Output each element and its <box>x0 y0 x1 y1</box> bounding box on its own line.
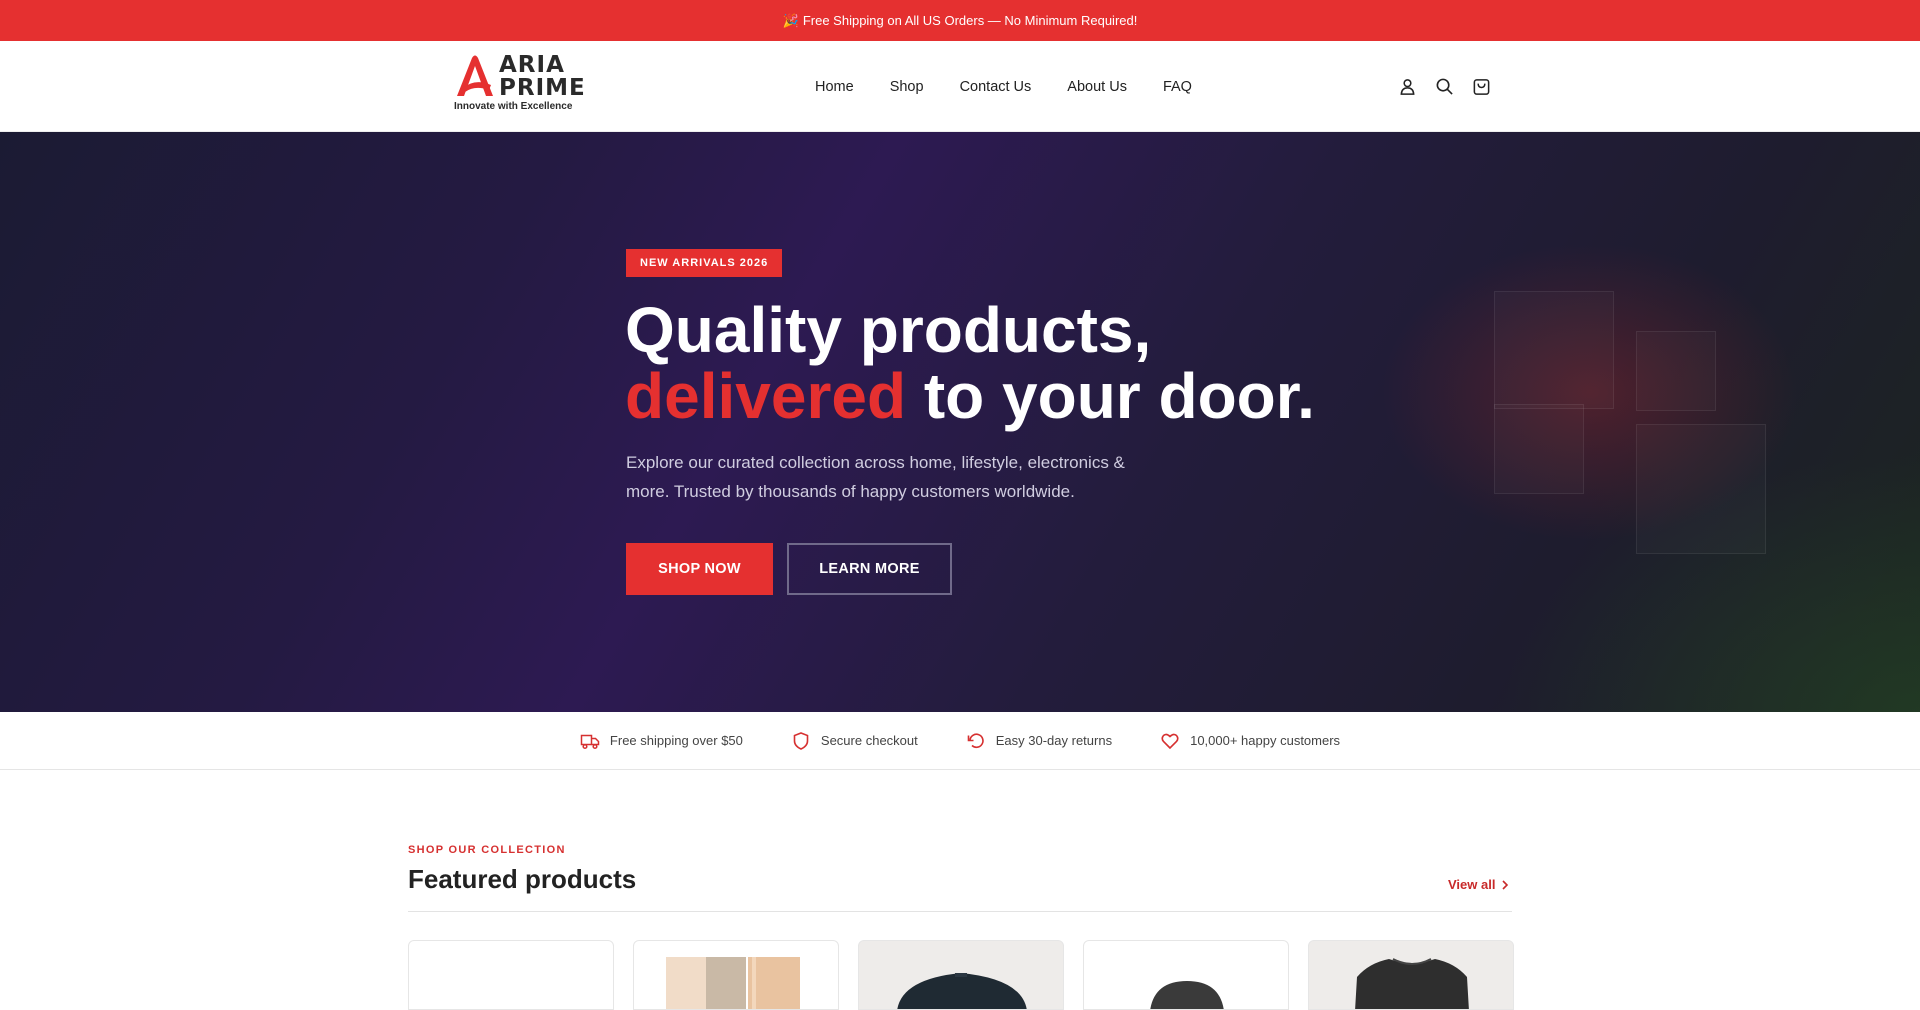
product-grid <box>408 940 1514 1010</box>
perk-label: Secure checkout <box>820 733 918 748</box>
product-card[interactable] <box>1083 940 1289 1010</box>
search-icon[interactable] <box>1435 77 1454 96</box>
product-image <box>897 973 1027 1009</box>
hero-title-rest: to your door. <box>906 360 1315 432</box>
hero-title-line2: delivered to your door. <box>625 363 1315 429</box>
hero-banner: NEW ARRIVALS 2026 Quality products, deli… <box>0 132 1920 712</box>
product-image <box>1355 958 1469 1009</box>
decor-square <box>1494 404 1584 494</box>
perk-customers: 10,000+ happy customers <box>1160 731 1340 751</box>
view-all-link[interactable]: View all <box>1448 877 1509 892</box>
chevron-right-icon <box>1502 879 1509 890</box>
announcement-bar: 🎉 Free Shipping on All US Orders — No Mi… <box>0 0 1920 41</box>
nav-contact[interactable]: Contact Us <box>960 79 1032 95</box>
perk-label: Easy 30-day returns <box>995 733 1113 748</box>
product-card[interactable] <box>1308 940 1514 1010</box>
product-card[interactable] <box>408 940 614 1010</box>
brand-logo[interactable]: ARIA PRIME Innovate with Excellence <box>453 52 586 116</box>
section-title: Featured products <box>408 864 637 894</box>
hero-subtitle: Explore our curated collection across ho… <box>626 453 1125 501</box>
section-divider <box>408 911 1512 912</box>
perk-label: Free shipping over $50 <box>609 733 743 748</box>
perk-returns: Easy 30-day returns <box>966 731 1112 751</box>
hero-title: Quality products, delivered to your door… <box>625 297 1315 429</box>
brand-word-2: PRIME <box>499 75 586 101</box>
cart-icon[interactable] <box>1472 77 1491 96</box>
product-image <box>1150 981 1224 1009</box>
decor-square <box>1636 331 1716 411</box>
heart-icon <box>1161 733 1179 749</box>
new-arrivals-badge: NEW ARRIVALS 2026 <box>626 249 783 277</box>
header-actions <box>1398 41 1491 132</box>
shop-now-button[interactable]: SHOP NOW <box>626 543 773 595</box>
site-header: ARIA PRIME Innovate with Excellence Home… <box>0 41 1920 132</box>
brand-word-1: ARIA <box>499 52 565 78</box>
perk-secure: Secure checkout <box>791 731 918 751</box>
shield-icon <box>793 731 809 750</box>
party-icon: 🎉 <box>782 12 799 28</box>
nav-faq[interactable]: FAQ <box>1163 79 1192 95</box>
product-image <box>666 957 800 1009</box>
hero-title-line1: Quality products, <box>625 294 1152 366</box>
decor-square <box>1494 291 1614 409</box>
nav-home[interactable]: Home <box>815 79 854 95</box>
perk-label: 10,000+ happy customers <box>1190 733 1341 748</box>
main-nav: Home Shop Contact Us About Us FAQ <box>815 41 1192 132</box>
view-all-label: View all <box>1448 877 1496 892</box>
brand-tagline: Innovate with Excellence <box>454 101 573 112</box>
learn-more-button[interactable]: LEARN MORE <box>787 543 952 595</box>
decor-square <box>1636 424 1766 554</box>
truck-icon <box>580 734 600 749</box>
perk-shipping: Free shipping over $50 <box>580 731 743 751</box>
nav-shop[interactable]: Shop <box>890 79 924 95</box>
logo-mark-icon <box>457 55 493 96</box>
section-kicker: SHOP OUR COLLECTION <box>408 844 566 856</box>
product-card[interactable] <box>858 940 1064 1010</box>
product-card[interactable] <box>633 940 839 1010</box>
hero-title-highlight: delivered <box>625 360 907 432</box>
nav-about[interactable]: About Us <box>1067 79 1127 95</box>
perks-bar: Free shipping over $50 Secure checkout E… <box>0 712 1920 770</box>
announcement-text: Free Shipping on All US Orders — No Mini… <box>802 13 1138 28</box>
return-icon <box>967 733 984 748</box>
account-icon[interactable] <box>1398 77 1417 96</box>
